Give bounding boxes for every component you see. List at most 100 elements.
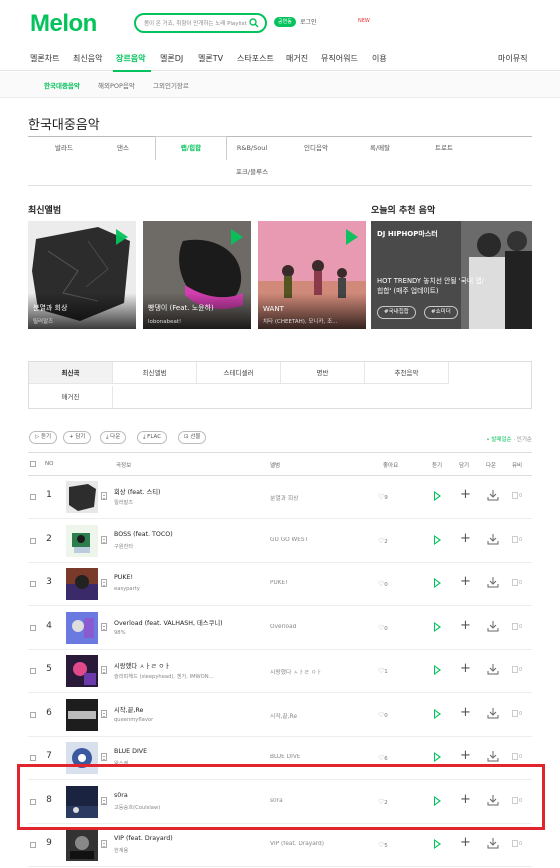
song-title[interactable]: BOSS (feat. TOCO) — [114, 531, 264, 538]
add-icon[interactable]: + — [460, 575, 471, 588]
table-row[interactable]: 3 PUKE! easyparty PUKE! ♡0 +0 — [28, 563, 532, 606]
tab-recommend[interactable]: 추천음악 — [365, 362, 449, 384]
like-button[interactable]: ♡1 — [378, 667, 388, 675]
search-input[interactable]: 봄이 온 거죠, 취향이 만개하는 노래 Playlist — [144, 19, 247, 27]
download-icon[interactable] — [487, 837, 499, 849]
row-checkbox[interactable] — [30, 842, 36, 848]
row-checkbox[interactable] — [30, 581, 36, 587]
table-row[interactable]: 1 회상 (feat. 스티) 릴러말즈 분열과 회상 ♡9 +0 — [28, 476, 532, 519]
table-row[interactable]: 6 시작,끝,Re queenmyflavor 시작,끝,Re ♡0 +0 — [28, 694, 532, 737]
album-card[interactable]: 분열과 회상 릴러말즈 — [28, 221, 136, 329]
song-info-icon[interactable] — [101, 535, 107, 544]
album-title[interactable]: 분열과 회상 — [33, 303, 67, 313]
song-title[interactable]: 회상 (feat. 스티) — [114, 487, 264, 496]
table-row[interactable]: 5 시랑했다 ㅅㅏㄹ ㅇㅏ 슬리피헤드 (sleepyhead), 젠가, IMWO… — [28, 650, 532, 693]
nav-latest-music[interactable]: 최신음악 — [73, 53, 102, 64]
subnav-other[interactable]: 그외인기장르 — [153, 80, 189, 90]
song-artist[interactable]: easyparty — [114, 586, 264, 592]
song-thumbnail[interactable] — [66, 611, 98, 644]
song-info-icon[interactable] — [101, 840, 107, 848]
song-info-icon[interactable] — [101, 622, 107, 631]
tag-button[interactable]: #국내힙합 — [377, 306, 416, 319]
song-artist[interactable]: 릴러말즈 — [114, 499, 264, 506]
recommend-dj[interactable]: DJ HIPHOP마스터 — [377, 229, 438, 239]
add-icon[interactable]: + — [460, 706, 471, 719]
nav-music-award[interactable]: 뮤직어워드 — [321, 53, 358, 64]
nav-etc[interactable]: 이용 — [372, 53, 387, 64]
mv-button[interactable]: 0 — [512, 535, 522, 543]
mv-button[interactable]: 0 — [512, 666, 522, 673]
song-info-icon[interactable] — [101, 492, 107, 500]
song-album[interactable]: BLUE DIVE — [270, 754, 365, 760]
album-artist[interactable]: 치타 (CHEETAH), 모니카, 조... — [263, 317, 361, 325]
song-info-icon[interactable] — [101, 579, 107, 587]
like-button[interactable]: ♡5 — [378, 841, 388, 849]
genre-dance[interactable]: 댄스 — [87, 137, 159, 159]
album-artist[interactable]: 릴러말즈 — [33, 317, 131, 325]
album-artist[interactable]: lobonabeat! — [148, 319, 246, 325]
tab-classic[interactable]: 명반 — [281, 362, 365, 384]
song-thumbnail[interactable] — [66, 481, 98, 513]
gift-button[interactable]: ⊡ 선물 — [178, 431, 207, 444]
song-album[interactable]: 시작,끝,Re — [270, 711, 365, 720]
song-title[interactable]: VIP (feat. Drayard) — [114, 835, 264, 842]
add-icon[interactable]: + — [460, 532, 471, 545]
song-thumbnail[interactable] — [66, 524, 98, 557]
download-icon[interactable] — [487, 750, 499, 762]
genre-rnb[interactable]: R&B/Soul — [216, 137, 288, 159]
song-title[interactable]: BLUE DIVE — [114, 748, 264, 755]
add-icon[interactable]: + — [460, 488, 471, 501]
play-icon[interactable] — [434, 491, 441, 501]
tab-latest-albums[interactable]: 최신앨범 — [113, 362, 197, 384]
subnav-korean[interactable]: 한국대중음악 — [44, 80, 80, 90]
sort-release[interactable]: • 발매일순 — [486, 437, 511, 443]
tab-magazine[interactable]: 매거진 — [29, 386, 113, 408]
search-box[interactable]: 봄이 온 거죠, 취향이 만개하는 노래 Playlist — [134, 13, 267, 33]
nav-magazine[interactable]: 매거진 — [286, 53, 308, 64]
download-selected-button[interactable]: ⤓ 다운 — [100, 431, 127, 444]
download-icon[interactable] — [487, 707, 499, 719]
song-title[interactable]: 시작,끝,Re — [114, 705, 264, 714]
play-icon[interactable] — [434, 578, 441, 588]
row-checkbox[interactable] — [30, 494, 36, 500]
table-row[interactable]: 4 Overload (feat. VALHASH, 데스쿠니) 98% Overlo… — [28, 607, 532, 650]
alarm-badge[interactable]: NEW — [358, 18, 370, 24]
genre-folk[interactable]: 포크/블루스 — [216, 161, 288, 183]
song-album[interactable]: GU GO WEST — [270, 537, 365, 543]
nav-melon-tv[interactable]: 멜론TV — [198, 53, 223, 64]
mv-button[interactable]: 0 — [512, 753, 522, 760]
album-title[interactable]: 빵댕이 (Feat. 노윤하) — [148, 303, 214, 313]
play-icon[interactable] — [434, 839, 441, 849]
download-icon[interactable] — [487, 489, 499, 501]
nav-melon-dj[interactable]: 멜론DJ — [160, 53, 183, 64]
like-button[interactable]: ♡2 — [378, 537, 388, 545]
album-card[interactable]: WANT 치타 (CHEETAH), 모니카, 조... — [258, 221, 366, 329]
download-icon[interactable] — [487, 620, 499, 632]
row-checkbox[interactable] — [30, 624, 36, 631]
like-button[interactable]: ♡9 — [378, 493, 388, 501]
song-thumbnail[interactable] — [66, 568, 98, 600]
song-artist[interactable]: 슬리피헤드 (sleepyhead), 젠가, IMWON... — [114, 673, 264, 680]
search-icon[interactable] — [249, 18, 259, 28]
play-icon[interactable] — [434, 621, 441, 632]
add-icon[interactable]: + — [460, 662, 471, 675]
song-album[interactable]: Overload — [270, 624, 365, 630]
play-icon[interactable] — [116, 229, 128, 245]
song-info-icon[interactable] — [101, 753, 107, 761]
event-badge[interactable]: 공연동 — [274, 17, 296, 27]
play-icon[interactable] — [434, 665, 441, 675]
song-title[interactable]: PUKE! — [114, 574, 264, 581]
add-icon[interactable]: + — [460, 619, 471, 632]
song-album[interactable]: 분열과 회상 — [270, 493, 365, 502]
nav-star-post[interactable]: 스타포스트 — [237, 53, 274, 64]
like-button[interactable]: ♡6 — [378, 754, 388, 762]
album-card[interactable]: 빵댕이 (Feat. 노윤하) lobonabeat! — [143, 221, 251, 329]
mv-button[interactable]: 0 — [512, 492, 522, 499]
song-album[interactable]: VIP (feat. Drayard) — [270, 841, 365, 847]
song-artist[interactable]: 구원찬타 — [114, 543, 264, 550]
mv-button[interactable]: 0 — [512, 840, 522, 847]
play-icon[interactable] — [434, 708, 441, 719]
row-checkbox[interactable] — [30, 668, 36, 674]
like-button[interactable]: ♡0 — [378, 624, 388, 632]
download-icon[interactable] — [487, 663, 499, 675]
